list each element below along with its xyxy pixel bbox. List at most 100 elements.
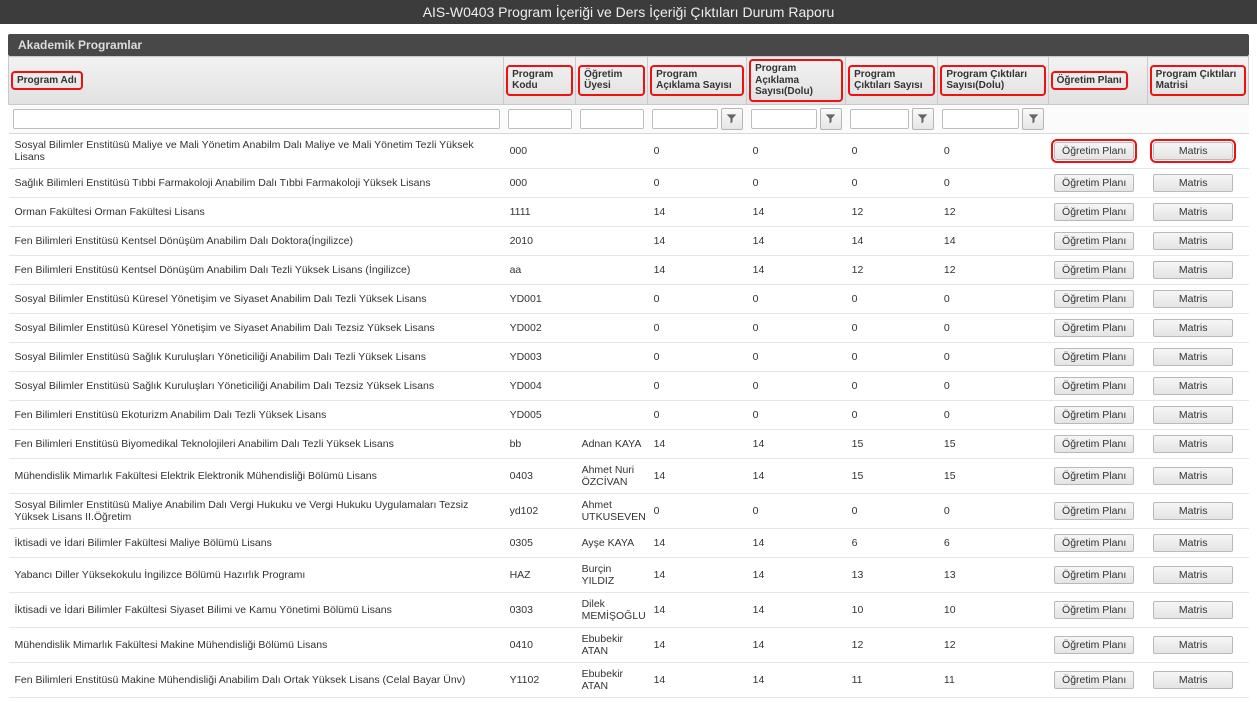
cell-program-name: Mühendislik Mimarlık Fakültesi Makine Mü… <box>9 627 504 662</box>
col-header-plan[interactable]: Öğretim Planı <box>1048 57 1147 105</box>
matrix-button[interactable]: Matris <box>1153 534 1233 552</box>
matrix-button[interactable]: Matris <box>1153 636 1233 654</box>
matrix-button[interactable]: Matris <box>1153 203 1233 221</box>
matrix-button[interactable]: Matris <box>1153 261 1233 279</box>
cell-program-code: 1111 <box>504 197 576 226</box>
table-row: Fen Bilimleri Enstitüsü Kentsel Dönüşüm … <box>9 226 1249 255</box>
matrix-button[interactable]: Matris <box>1153 671 1233 689</box>
cell-teacher: Ebubekir ATAN <box>576 662 648 697</box>
plan-button[interactable]: Öğretim Planı <box>1054 319 1134 337</box>
matrix-button[interactable]: Matris <box>1153 601 1233 619</box>
cell-teacher <box>576 313 648 342</box>
cell-out-count-full: 10 <box>938 592 1048 627</box>
cell-program-code: YD003 <box>504 342 576 371</box>
cell-program-name: Mühendislik Mimarlık Fakültesi Elektrik … <box>9 458 504 493</box>
filter-teacher[interactable] <box>580 109 644 129</box>
filter-funnel-icon[interactable] <box>820 108 842 130</box>
col-header-teacher[interactable]: Öğretim Üyesi <box>576 57 648 105</box>
cell-desc-count: 14 <box>648 226 747 255</box>
plan-button[interactable]: Öğretim Planı <box>1054 671 1134 689</box>
cell-program-name: Fen Bilimleri Enstitüsü Biyomedikal Tekn… <box>9 429 504 458</box>
filter-row <box>9 104 1249 133</box>
matrix-button[interactable]: Matris <box>1153 319 1233 337</box>
plan-button[interactable]: Öğretim Planı <box>1054 502 1134 520</box>
matrix-button[interactable]: Matris <box>1153 290 1233 308</box>
filter-out-count[interactable] <box>850 109 909 129</box>
table-row: Sosyal Bilimler Enstitüsü Sağlık Kuruluş… <box>9 371 1249 400</box>
plan-button[interactable]: Öğretim Planı <box>1054 261 1134 279</box>
table-row: Sosyal Bilimler Enstitüsü Maliye ve Mali… <box>9 133 1249 168</box>
cell-teacher <box>576 400 648 429</box>
plan-button[interactable]: Öğretim Planı <box>1054 566 1134 584</box>
matrix-button[interactable]: Matris <box>1153 377 1233 395</box>
plan-button[interactable]: Öğretim Planı <box>1054 290 1134 308</box>
plan-button[interactable]: Öğretim Planı <box>1054 232 1134 250</box>
plan-button[interactable]: Öğretim Planı <box>1054 203 1134 221</box>
matrix-button[interactable]: Matris <box>1153 502 1233 520</box>
cell-out-count: 13 <box>846 557 938 592</box>
filter-out-count-full[interactable] <box>942 109 1019 129</box>
plan-button[interactable]: Öğretim Planı <box>1054 142 1134 160</box>
cell-program-code: YD004 <box>504 371 576 400</box>
filter-desc-count[interactable] <box>652 109 718 129</box>
cell-out-count-full: 0 <box>938 313 1048 342</box>
plan-button[interactable]: Öğretim Planı <box>1054 174 1134 192</box>
col-header-desc-count-full[interactable]: Program Açıklama Sayısı(Dolu) <box>747 57 846 105</box>
cell-program-code: YD005 <box>504 400 576 429</box>
cell-out-count-full: 6 <box>938 528 1048 557</box>
cell-program-name: Sosyal Bilimler Enstitüsü Küresel Yöneti… <box>9 313 504 342</box>
matrix-button[interactable]: Matris <box>1153 142 1233 160</box>
col-header-desc-count[interactable]: Program Açıklama Sayısı <box>648 57 747 105</box>
filter-funnel-icon[interactable] <box>721 108 743 130</box>
cell-desc-count-full: 0 <box>747 133 846 168</box>
cell-out-count: 0 <box>846 133 938 168</box>
plan-button[interactable]: Öğretim Planı <box>1054 534 1134 552</box>
cell-teacher: Ahmet Nuri ÖZCİVAN <box>576 458 648 493</box>
cell-teacher: Adnan KAYA <box>576 429 648 458</box>
plan-button[interactable]: Öğretim Planı <box>1054 467 1134 485</box>
matrix-button[interactable]: Matris <box>1153 566 1233 584</box>
cell-program-code: HAZ <box>504 557 576 592</box>
cell-teacher: Ayşe KAYA <box>576 528 648 557</box>
cell-teacher <box>576 226 648 255</box>
filter-funnel-icon[interactable] <box>912 108 934 130</box>
col-header-program-name[interactable]: Program Adı <box>9 57 504 105</box>
matrix-button[interactable]: Matris <box>1153 435 1233 453</box>
plan-button[interactable]: Öğretim Planı <box>1054 435 1134 453</box>
cell-desc-count-full: 14 <box>747 592 846 627</box>
matrix-button[interactable]: Matris <box>1153 467 1233 485</box>
matrix-button[interactable]: Matris <box>1153 232 1233 250</box>
plan-button[interactable]: Öğretim Planı <box>1054 377 1134 395</box>
col-header-program-code[interactable]: Program Kodu <box>504 57 576 105</box>
table-row: Fen Bilimleri Enstitüsü Kentsel Dönüşüm … <box>9 255 1249 284</box>
table-row: Sağlık Bilimleri Enstitüsü Tıbbi Farmako… <box>9 168 1249 197</box>
matrix-button[interactable]: Matris <box>1153 174 1233 192</box>
cell-program-code: Y1102 <box>504 662 576 697</box>
filter-program-code[interactable] <box>508 109 572 129</box>
matrix-button[interactable]: Matris <box>1153 348 1233 366</box>
cell-program-name: Sosyal Bilimler Enstitüsü Küresel Yöneti… <box>9 284 504 313</box>
cell-desc-count: 0 <box>648 313 747 342</box>
col-header-out-count-full[interactable]: Program Çıktıları Sayısı(Dolu) <box>938 57 1048 105</box>
cell-out-count: 0 <box>846 313 938 342</box>
filter-desc-count-full[interactable] <box>751 109 817 129</box>
plan-button[interactable]: Öğretim Planı <box>1054 348 1134 366</box>
cell-out-count: 11 <box>846 662 938 697</box>
plan-button[interactable]: Öğretim Planı <box>1054 636 1134 654</box>
cell-program-code: 2010 <box>504 226 576 255</box>
col-header-matrix[interactable]: Program Çıktıları Matrisi <box>1147 57 1248 105</box>
plan-button[interactable]: Öğretim Planı <box>1054 601 1134 619</box>
filter-funnel-icon[interactable] <box>1022 108 1044 130</box>
cell-out-count: 0 <box>846 400 938 429</box>
matrix-button[interactable]: Matris <box>1153 406 1233 424</box>
cell-desc-count: 14 <box>648 458 747 493</box>
cell-program-name: İktisadi ve İdari Bilimler Fakültesi Mal… <box>9 528 504 557</box>
filter-program-name[interactable] <box>13 109 500 129</box>
plan-button[interactable]: Öğretim Planı <box>1054 406 1134 424</box>
cell-out-count-full: 12 <box>938 627 1048 662</box>
cell-out-count: 0 <box>846 342 938 371</box>
cell-desc-count: 0 <box>648 284 747 313</box>
table-row: Sosyal Bilimler Enstitüsü Sağlık Kuruluş… <box>9 342 1249 371</box>
cell-teacher <box>576 133 648 168</box>
col-header-out-count[interactable]: Program Çıktıları Sayısı <box>846 57 938 105</box>
